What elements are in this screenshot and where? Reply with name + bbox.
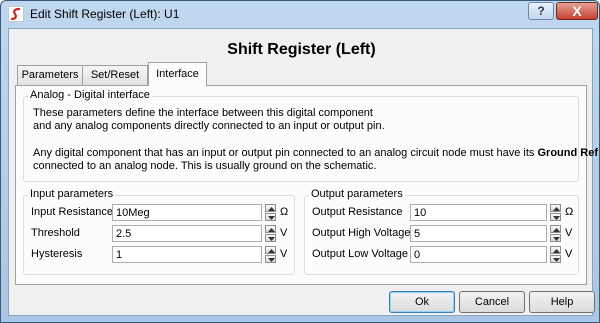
ground-ref-note-text: Any digital component that has an input … [33,147,538,159]
output-resistance-unit: Ω [565,206,574,218]
hysteresis-field[interactable] [112,246,262,263]
hysteresis-spinner[interactable] [265,246,276,263]
help-button[interactable]: Help [529,291,595,313]
spin-down-icon[interactable] [265,213,276,221]
analog-digital-group: Analog - Digital interface These paramet… [23,89,598,182]
spin-up-icon[interactable] [550,246,561,254]
output-resistance-field[interactable] [410,204,547,221]
output-low-voltage-unit: V [565,248,573,260]
hysteresis-unit: V [280,248,288,260]
input-parameters-legend: Input parameters [28,188,116,200]
title-bar[interactable]: Edit Shift Register (Left): U1 ? X [1,1,599,27]
output-parameters-legend: Output parameters [309,188,405,200]
spin-up-icon[interactable] [265,225,276,233]
simetrix-logo-icon [8,6,24,22]
spin-down-icon[interactable] [550,234,561,242]
spin-up-icon[interactable] [265,204,276,212]
dialog-window: Edit Shift Register (Left): U1 ? X Shift… [0,0,600,323]
threshold-field[interactable] [112,225,262,242]
help-icon[interactable]: ? [528,2,554,20]
spin-up-icon[interactable] [550,225,561,233]
output-resistance-spinner[interactable] [550,204,561,221]
spin-down-icon[interactable] [265,255,276,263]
threshold-unit: V [280,227,288,239]
output-high-voltage-spinner[interactable] [550,225,561,242]
input-resistance-unit: Ω [280,206,289,218]
input-resistance-field[interactable] [112,204,262,221]
spin-down-icon[interactable] [265,234,276,242]
spin-up-icon[interactable] [550,204,561,212]
close-icon[interactable]: X [556,2,598,20]
ground-ref-term: Ground Ref [537,147,599,159]
output-low-voltage-spinner[interactable] [550,246,561,263]
output-high-voltage-field[interactable] [410,225,547,242]
tab-interface[interactable]: Interface [148,62,207,86]
window-title: Edit Shift Register (Left): U1 [30,7,180,21]
description-line-2: and any analog components directly conne… [33,120,385,132]
threshold-label: Threshold [31,227,80,239]
cancel-button[interactable]: Cancel [459,291,525,313]
input-resistance-label: Input Resistance [31,206,113,218]
output-high-voltage-label: Output High Voltage [312,227,411,239]
hysteresis-label: Hysteresis [31,248,83,260]
output-low-voltage-label: Output Low Voltage [312,248,409,260]
analog-digital-legend: Analog - Digital interface [28,89,152,101]
spin-down-icon[interactable] [550,213,561,221]
interface-tab-panel: Analog - Digital interface These paramet… [15,85,598,285]
output-low-voltage-field[interactable] [410,246,547,263]
input-resistance-spinner[interactable] [265,204,276,221]
spin-up-icon[interactable] [265,246,276,254]
input-parameters-group: Input parameters Input Resistance Ω Thre… [23,188,295,275]
threshold-spinner[interactable] [265,225,276,242]
spin-down-icon[interactable] [550,255,561,263]
dialog-heading: Shift Register (Left) [227,41,376,58]
ground-ref-note-line-2: connected to an analog node. This is usu… [33,160,377,172]
tab-set-reset[interactable]: Set/Reset [82,65,148,85]
ground-ref-note: Any digital component that has an input … [33,147,600,160]
dialog-body: Shift Register (Left) Parameters Set/Res… [8,28,598,316]
output-parameters-group: Output parameters Output Resistance Ω Ou… [304,188,579,275]
ok-button[interactable]: Ok [389,291,455,313]
description-line-1: These parameters define the interface be… [33,107,373,119]
output-resistance-label: Output Resistance [312,206,403,218]
tab-parameters[interactable]: Parameters [17,65,83,85]
output-high-voltage-unit: V [565,227,573,239]
